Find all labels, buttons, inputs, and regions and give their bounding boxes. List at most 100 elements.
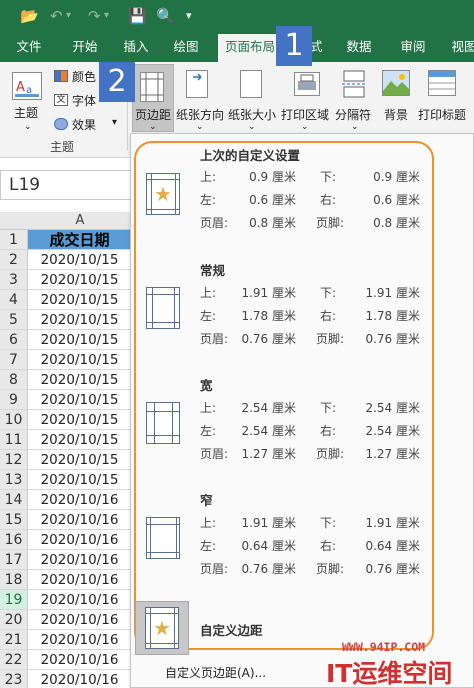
row-number-selected[interactable]: 19 (0, 590, 28, 610)
row-number[interactable]: 14 (0, 490, 28, 510)
row-number[interactable]: 4 (0, 290, 28, 310)
left-value: 0.6 厘米 (249, 193, 296, 207)
custom-margins-menu-item[interactable]: 自定义页边距(A)... (165, 664, 266, 681)
select-all-corner[interactable] (0, 212, 28, 230)
folder-icon[interactable]: 📂 (20, 5, 39, 27)
row-number[interactable]: 6 (0, 330, 28, 350)
print-titles-icon[interactable] (428, 70, 456, 96)
orientation-icon[interactable] (186, 70, 208, 98)
tab-page-layout[interactable]: 页面布局 (218, 34, 282, 62)
cell[interactable]: 2020/10/15 (28, 270, 132, 290)
row-number[interactable]: 1 (0, 230, 28, 250)
row-number[interactable]: 16 (0, 530, 28, 550)
cell[interactable]: 2020/10/15 (28, 410, 132, 430)
customize-icon[interactable]: ▾ (186, 5, 192, 27)
print-preview-icon[interactable]: 🔍 (156, 5, 175, 27)
chevron-down-icon[interactable]: ⌄ (351, 122, 359, 132)
cell[interactable]: 2020/10/15 (28, 250, 132, 270)
cell[interactable]: 2020/10/16 (28, 610, 132, 630)
row-number[interactable]: 7 (0, 350, 28, 370)
chevron-down-icon[interactable]: ⌄ (24, 122, 32, 132)
footer-label: 页脚: (316, 562, 345, 576)
tab-data[interactable]: 数据 (336, 34, 382, 62)
row-number[interactable]: 3 (0, 270, 28, 290)
cell[interactable]: 2020/10/16 (28, 530, 132, 550)
tab-home[interactable]: 开始 (62, 34, 108, 62)
colors-icon[interactable] (54, 70, 68, 82)
tab-insert[interactable]: 插入 (114, 34, 158, 62)
cell[interactable]: 2020/10/15 (28, 330, 132, 350)
footer-value: 0.76 厘米 (365, 332, 420, 346)
cell[interactable]: 2020/10/15 (28, 470, 132, 490)
custom-margins-preset[interactable]: ★ (135, 601, 189, 655)
cell[interactable]: 2020/10/16 (28, 630, 132, 650)
cell[interactable]: 2020/10/16 (28, 550, 132, 570)
paper-size-label[interactable]: 纸张大小 (228, 106, 276, 123)
cell[interactable]: 2020/10/15 (28, 370, 132, 390)
print-titles-label[interactable]: 打印标题 (418, 106, 466, 123)
row-number[interactable]: 17 (0, 550, 28, 570)
background-label[interactable]: 背景 (384, 106, 408, 123)
cell[interactable]: 2020/10/15 (28, 290, 132, 310)
row-number[interactable]: 8 (0, 370, 28, 390)
row-number[interactable]: 12 (0, 450, 28, 470)
undo-icon[interactable]: ↶ (50, 5, 63, 27)
cell[interactable]: 2020/10/16 (28, 590, 132, 610)
cell[interactable]: 2020/10/16 (28, 650, 132, 670)
right-value: 0.6 厘米 (373, 193, 420, 207)
cell[interactable]: 2020/10/15 (28, 430, 132, 450)
themes-icon[interactable]: Aa (12, 72, 42, 100)
colors-button[interactable]: 颜色 (72, 68, 96, 85)
cell[interactable]: 2020/10/15 (28, 390, 132, 410)
row-number[interactable]: 20 (0, 610, 28, 630)
cell[interactable]: 2020/10/16 (28, 510, 132, 530)
breaks-label[interactable]: 分隔符 (335, 106, 371, 123)
chevron-down-icon[interactable]: ⌄ (301, 122, 309, 132)
row-number[interactable]: 11 (0, 430, 28, 450)
tab-file[interactable]: 文件 (6, 34, 52, 62)
effects-button[interactable]: 效果 (72, 116, 96, 133)
orientation-label[interactable]: 纸张方向 (176, 106, 224, 123)
tab-review[interactable]: 审阅 (390, 34, 436, 62)
name-box[interactable]: L19 (0, 170, 132, 200)
paper-size-icon[interactable] (240, 70, 262, 98)
cell[interactable]: 2020/10/15 (28, 310, 132, 330)
step-badge-1: 1 (276, 26, 312, 66)
breaks-icon[interactable] (342, 70, 366, 98)
cell[interactable]: 成交日期 (28, 230, 132, 250)
row-number[interactable]: 10 (0, 410, 28, 430)
row-number[interactable]: 15 (0, 510, 28, 530)
themes-label[interactable]: 主题 (14, 104, 38, 121)
cell[interactable]: 2020/10/16 (28, 490, 132, 510)
print-area-icon[interactable] (294, 72, 320, 96)
chevron-down-icon[interactable]: ▾ (66, 5, 71, 27)
row-number[interactable]: 18 (0, 570, 28, 590)
custom-margins-heading[interactable]: 自定义边距 (200, 620, 263, 639)
tab-view[interactable]: 视图 (444, 34, 474, 62)
chevron-down-icon[interactable]: ▾ (112, 117, 117, 128)
fonts-button[interactable]: 字体 (72, 92, 96, 109)
row-number[interactable]: 9 (0, 390, 28, 410)
chevron-down-icon[interactable]: ▾ (104, 5, 109, 27)
cell[interactable]: 2020/10/15 (28, 450, 132, 470)
tab-draw[interactable]: 绘图 (164, 34, 208, 62)
row-number[interactable]: 23 (0, 670, 28, 688)
cell[interactable]: 2020/10/16 (28, 670, 132, 688)
chevron-down-icon[interactable]: ⌄ (196, 122, 204, 132)
row-number[interactable]: 2 (0, 250, 28, 270)
chevron-down-icon[interactable]: ⌄ (248, 122, 256, 132)
save-icon[interactable]: 💾 (128, 5, 147, 27)
row-number[interactable]: 22 (0, 650, 28, 670)
background-icon[interactable] (382, 70, 410, 96)
print-area-label[interactable]: 打印区域 (281, 106, 329, 123)
column-header-a[interactable]: A (28, 212, 132, 230)
left-label: 左: (200, 193, 217, 207)
row-number[interactable]: 13 (0, 470, 28, 490)
row-number[interactable]: 21 (0, 630, 28, 650)
redo-icon[interactable]: ↷ (88, 5, 101, 27)
row-number[interactable]: 5 (0, 310, 28, 330)
cell[interactable]: 2020/10/15 (28, 350, 132, 370)
effects-icon[interactable] (54, 118, 68, 130)
cell[interactable]: 2020/10/16 (28, 570, 132, 590)
fonts-icon[interactable]: 文 (54, 94, 68, 106)
